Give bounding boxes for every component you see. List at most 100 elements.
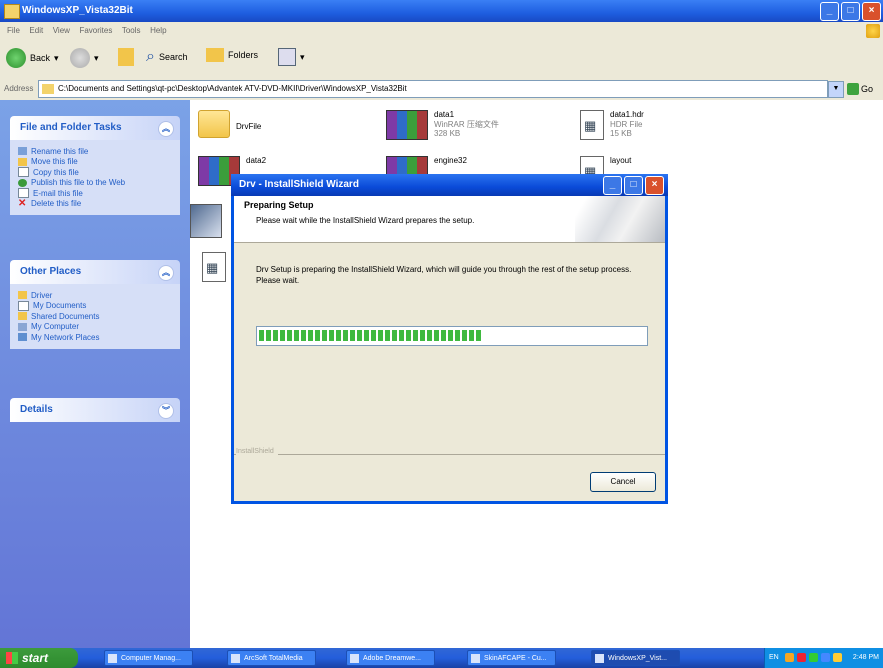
- shared-folder-icon: [18, 312, 27, 321]
- dialog-minimize-button[interactable]: _: [603, 176, 622, 195]
- place-shared-documents[interactable]: Shared Documents: [18, 311, 172, 322]
- toolbar: Back ▾ ▾ ⌕ Search Folders ▾: [0, 40, 883, 79]
- task-email[interactable]: E-mail this file: [18, 188, 172, 199]
- folders-label: Folders: [228, 50, 259, 60]
- publish-web-icon: [18, 178, 27, 187]
- place-label: Driver: [31, 290, 53, 300]
- go-button[interactable]: Go: [847, 83, 873, 95]
- tray-icon[interactable]: [809, 653, 818, 662]
- address-label: Address: [4, 84, 34, 93]
- place-label: My Network Places: [31, 332, 100, 342]
- file-item[interactable]: data1 WinRAR 压缩文件 328 KB: [386, 110, 499, 140]
- menu-tools[interactable]: Tools: [122, 26, 141, 35]
- installshield-dialog: Drv - InstallShield Wizard _ □ × Prepari…: [231, 174, 668, 504]
- taskbar-label: SkinAFCAPE - Cu...: [484, 655, 547, 662]
- other-places-panel: Other Places ︽ Driver My Documents Share…: [10, 260, 180, 349]
- file-type: HDR File: [610, 120, 643, 129]
- file-item[interactable]: DrvFile: [198, 110, 261, 138]
- details-header[interactable]: Details ︾: [10, 398, 180, 422]
- file-name: engine32: [434, 156, 467, 165]
- folder-icon: [42, 83, 54, 94]
- task-move[interactable]: Move this file: [18, 157, 172, 168]
- taskbar: start Computer Manag... ArcSoft TotalMed…: [0, 648, 883, 668]
- dialog-close-button[interactable]: ×: [645, 176, 664, 195]
- taskbar-item[interactable]: SkinAFCAPE - Cu...: [467, 650, 556, 666]
- file-item[interactable]: data1.hdrHDR File15 KB: [580, 110, 644, 140]
- tray-icon[interactable]: [785, 653, 794, 662]
- start-button[interactable]: start: [0, 648, 78, 668]
- network-icon: [18, 333, 27, 342]
- task-rename[interactable]: Rename this file: [18, 146, 172, 157]
- app-icon: [108, 654, 117, 663]
- up-folder-button[interactable]: [118, 48, 134, 66]
- collapse-chevron-icon[interactable]: ︽: [158, 265, 174, 281]
- folders-button[interactable]: Folders: [206, 48, 258, 62]
- taskbar-item[interactable]: Computer Manag...: [104, 650, 193, 666]
- file-name: layout: [610, 156, 632, 165]
- document-icon: [202, 252, 226, 282]
- task-pane: File and Folder Tasks ︽ Rename this file…: [0, 100, 190, 648]
- language-indicator[interactable]: EN: [769, 654, 779, 661]
- maximize-button[interactable]: □: [841, 2, 860, 21]
- search-button[interactable]: ⌕ Search: [146, 48, 188, 66]
- taskbar-item[interactable]: Adobe Dreamwe...: [346, 650, 435, 666]
- page-curl-graphic: [575, 196, 665, 242]
- file-item[interactable]: [202, 252, 226, 282]
- menu-file[interactable]: File: [7, 26, 20, 35]
- address-input[interactable]: C:\Documents and Settings\qt-pc\Desktop\…: [38, 80, 828, 98]
- minimize-button[interactable]: _: [820, 2, 839, 21]
- expand-chevron-icon[interactable]: ︾: [158, 403, 174, 419]
- dialog-title-bar[interactable]: Drv - InstallShield Wizard _ □ ×: [231, 174, 668, 196]
- folder-icon: [18, 291, 27, 300]
- task-publish[interactable]: Publish this file to the Web: [18, 178, 172, 189]
- taskbar-item-active[interactable]: WindowsXP_Vist...: [591, 650, 680, 666]
- dialog-heading: Preparing Setup: [244, 200, 314, 210]
- address-dropdown-button[interactable]: ▼: [828, 81, 844, 98]
- file-item[interactable]: [190, 204, 222, 238]
- menu-help[interactable]: Help: [150, 26, 166, 35]
- cancel-button[interactable]: Cancel: [590, 472, 656, 492]
- folder-icon: [4, 4, 20, 19]
- taskbar-item[interactable]: ArcSoft TotalMedia: [227, 650, 316, 666]
- views-button[interactable]: ▾: [278, 48, 305, 66]
- place-network[interactable]: My Network Places: [18, 332, 172, 343]
- place-my-computer[interactable]: My Computer: [18, 322, 172, 333]
- back-button[interactable]: Back ▾: [6, 48, 59, 68]
- close-button[interactable]: ×: [862, 2, 881, 21]
- clock[interactable]: 2:48 PM: [853, 654, 879, 661]
- place-label: My Computer: [31, 322, 80, 332]
- explorer-title-bar[interactable]: WindowsXP_Vista32Bit _ □ ×: [0, 0, 883, 22]
- computer-icon: [18, 322, 27, 331]
- menu-favorites[interactable]: Favorites: [79, 26, 112, 35]
- file-tasks-panel: File and Folder Tasks ︽ Rename this file…: [10, 116, 180, 215]
- dialog-title: Drv - InstallShield Wizard: [239, 179, 359, 190]
- other-places-header[interactable]: Other Places ︽: [10, 260, 180, 284]
- menu-edit[interactable]: Edit: [29, 26, 43, 35]
- forward-button[interactable]: ▾: [70, 48, 99, 68]
- task-copy[interactable]: Copy this file: [18, 167, 172, 178]
- place-my-documents[interactable]: My Documents: [18, 300, 172, 312]
- file-tasks-header[interactable]: File and Folder Tasks ︽: [10, 116, 180, 140]
- separator: [234, 454, 665, 455]
- tray-icon[interactable]: [797, 653, 806, 662]
- back-label: Back: [30, 53, 51, 63]
- dialog-subheading: Please wait while the InstallShield Wiza…: [256, 216, 475, 225]
- go-label: Go: [861, 84, 874, 94]
- place-driver[interactable]: Driver: [18, 290, 172, 301]
- details-panel: Details ︾: [10, 398, 180, 422]
- menu-view[interactable]: View: [53, 26, 70, 35]
- panel-title: Other Places: [20, 266, 82, 277]
- task-label: E-mail this file: [33, 188, 83, 198]
- system-tray: EN 2:48 PM: [764, 648, 883, 668]
- collapse-chevron-icon[interactable]: ︽: [158, 121, 174, 137]
- task-delete[interactable]: ✕ Delete this file: [18, 198, 172, 210]
- tray-icon[interactable]: [821, 653, 830, 662]
- rar-icon: [386, 110, 428, 140]
- back-arrow-icon: [6, 48, 26, 68]
- tray-icon[interactable]: [833, 653, 842, 662]
- go-arrow-icon: [847, 83, 859, 95]
- dialog-maximize-button[interactable]: □: [624, 176, 643, 195]
- file-type: WinRAR 压缩文件: [434, 120, 499, 129]
- file-name: data1.hdr: [610, 110, 644, 119]
- documents-icon: [18, 300, 29, 311]
